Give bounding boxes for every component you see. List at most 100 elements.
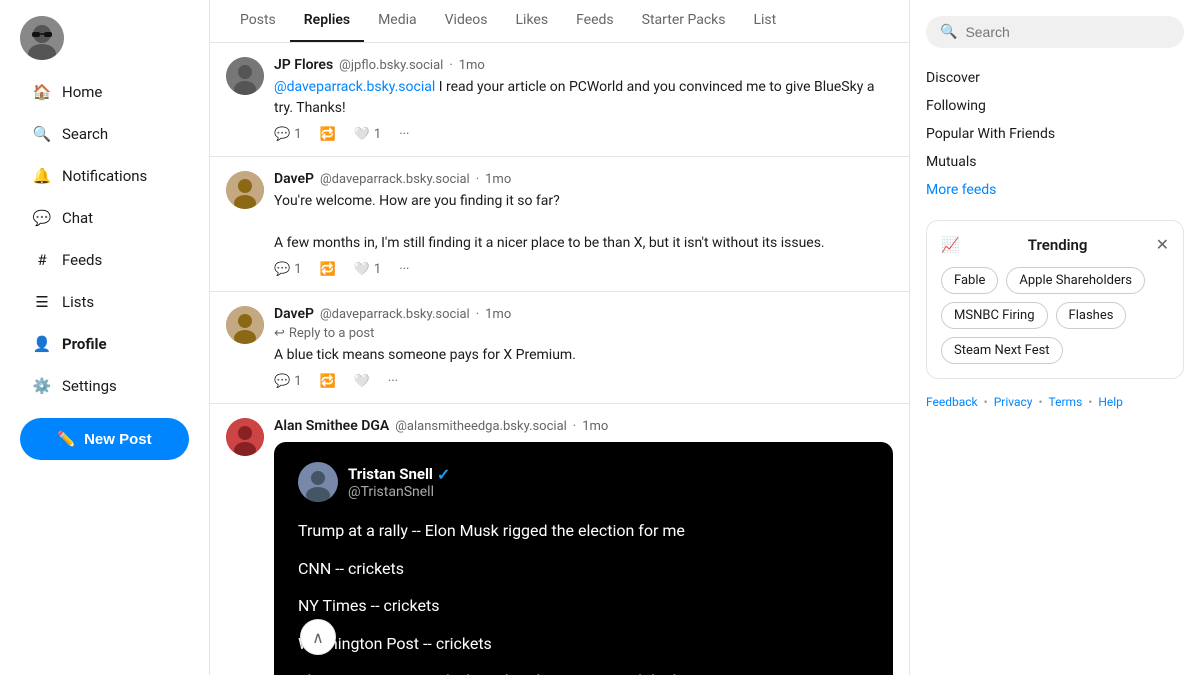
scroll-to-top-button[interactable]: ∧ — [300, 619, 336, 655]
new-post-icon: ✏️ — [57, 430, 76, 448]
tag-flashes[interactable]: Flashes — [1056, 302, 1127, 329]
more-feeds-link[interactable]: More feeds — [926, 176, 1184, 204]
popular-with-friends-feed-link[interactable]: Popular With Friends — [926, 120, 1184, 148]
avatar — [226, 171, 264, 209]
post-mention[interactable]: @daveparrack.bsky.social — [274, 79, 435, 95]
more-action[interactable]: ··· — [388, 374, 398, 389]
hash-icon: # — [32, 250, 52, 270]
embedded-header: Tristan Snell ✓ @TristanSnell — [298, 462, 869, 502]
discover-feed-link[interactable]: Discover — [926, 64, 1184, 92]
post-line1: You're welcome. How are you finding it s… — [274, 193, 560, 209]
post-text: A blue tick means someone pays for X Pre… — [274, 345, 893, 366]
chat-icon: 💬 — [32, 208, 52, 228]
embedded-tweet-card: Tristan Snell ✓ @TristanSnell Trump at a… — [274, 442, 893, 675]
sidebar-item-chat[interactable]: 💬 Chat — [20, 198, 189, 238]
sidebar-item-settings[interactable]: ⚙️ Settings — [20, 366, 189, 406]
post-author-handle: @alansmitheedga.bsky.social — [395, 419, 567, 434]
sidebar-item-feeds[interactable]: # Feeds — [20, 240, 189, 280]
trending-header: 📈 Trending ✕ — [941, 235, 1169, 255]
post-author-handle: @daveparrack.bsky.social — [320, 172, 470, 187]
mutuals-feed-link[interactable]: Mutuals — [926, 148, 1184, 176]
post-header: DaveP @daveparrack.bsky.social · 1mo — [274, 171, 893, 187]
following-feed-link[interactable]: Following — [926, 92, 1184, 120]
list-icon: ☰ — [32, 292, 52, 312]
post-timestamp: 1mo — [485, 172, 511, 187]
tag-steam-next-fest[interactable]: Steam Next Fest — [941, 337, 1063, 364]
trending-tags: Fable Apple Shareholders MSNBC Firing Fl… — [941, 267, 1169, 364]
post-timestamp: 1mo — [485, 307, 511, 322]
reply-action[interactable]: 💬 1 — [274, 127, 302, 142]
sidebar-label-settings: Settings — [62, 377, 117, 395]
post-body: Alan Smithee DGA @alansmitheedga.bsky.so… — [274, 418, 893, 675]
terms-link[interactable]: Terms — [1049, 395, 1083, 409]
sidebar-item-search[interactable]: 🔍 Search — [20, 114, 189, 154]
embedded-author-name: Tristan Snell ✓ — [348, 465, 450, 484]
table-row: DaveP @daveparrack.bsky.social · 1mo You… — [210, 157, 909, 292]
user-avatar[interactable] — [20, 16, 64, 60]
feedback-link[interactable]: Feedback — [926, 395, 978, 409]
post-header: Alan Smithee DGA @alansmitheedga.bsky.so… — [274, 418, 893, 434]
tab-posts[interactable]: Posts — [226, 0, 290, 42]
tab-media[interactable]: Media — [364, 0, 431, 42]
table-row: DaveP @daveparrack.bsky.social · 1mo ↩ R… — [210, 292, 909, 404]
tab-replies[interactable]: Replies — [290, 0, 364, 42]
sidebar-label-notifications: Notifications — [62, 167, 147, 185]
sidebar-label-feeds: Feeds — [62, 251, 102, 269]
verified-icon: ✓ — [437, 465, 450, 484]
post-author-handle: @daveparrack.bsky.social — [320, 307, 470, 322]
more-action[interactable]: ··· — [399, 127, 409, 142]
search-box[interactable]: 🔍 — [926, 16, 1184, 48]
tab-feeds[interactable]: Feeds — [562, 0, 628, 42]
post-author-name: Alan Smithee DGA — [274, 418, 389, 434]
post-text: @daveparrack.bsky.social I read your art… — [274, 77, 893, 119]
sidebar-item-lists[interactable]: ☰ Lists — [20, 282, 189, 322]
sidebar-label-profile: Profile — [62, 335, 107, 353]
sidebar-item-notifications[interactable]: 🔔 Notifications — [20, 156, 189, 196]
new-post-button[interactable]: ✏️ New Post — [20, 418, 189, 460]
tab-starter-packs[interactable]: Starter Packs — [628, 0, 740, 42]
more-action[interactable]: ··· — [399, 262, 409, 277]
help-link[interactable]: Help — [1098, 395, 1123, 409]
post-author-name: DaveP — [274, 306, 314, 322]
tab-list[interactable]: List — [739, 0, 790, 42]
gear-icon: ⚙️ — [32, 376, 52, 396]
like-action[interactable]: 🤍 1 — [354, 127, 382, 142]
avatar — [226, 306, 264, 344]
sidebar-item-profile[interactable]: 👤 Profile — [20, 324, 189, 364]
repost-action[interactable]: 🔁 — [320, 127, 336, 142]
post-actions: 💬 1 🔁 🤍 ··· — [274, 374, 893, 389]
trending-close-button[interactable]: ✕ — [1156, 235, 1169, 255]
reply-action[interactable]: 💬 1 — [274, 374, 302, 389]
like-action[interactable]: 🤍 1 — [354, 262, 382, 277]
tag-msnbc-firing[interactable]: MSNBC Firing — [941, 302, 1048, 329]
embedded-line-1: Trump at a rally -- Elon Musk rigged the… — [298, 518, 869, 544]
person-icon: 👤 — [32, 334, 52, 354]
privacy-link[interactable]: Privacy — [994, 395, 1033, 409]
post-timestamp: 1mo — [459, 58, 485, 73]
avatar — [226, 418, 264, 456]
like-action[interactable]: 🤍 — [354, 374, 370, 389]
search-input[interactable] — [965, 24, 1170, 40]
new-post-label: New Post — [84, 431, 152, 448]
post-header: DaveP @daveparrack.bsky.social · 1mo — [274, 306, 893, 322]
reply-indicator: ↩ Reply to a post — [274, 326, 893, 341]
post-time: · — [573, 419, 576, 434]
tag-apple-shareholders[interactable]: Apple Shareholders — [1006, 267, 1145, 294]
repost-action[interactable]: 🔁 — [320, 374, 336, 389]
tag-fable[interactable]: Fable — [941, 267, 998, 294]
sidebar-item-home[interactable]: 🏠 Home — [20, 72, 189, 112]
sidebar-label-search: Search — [62, 125, 108, 143]
post-timestamp: 1mo — [582, 419, 608, 434]
tab-videos[interactable]: Videos — [431, 0, 502, 42]
post-time: · — [476, 307, 479, 322]
reply-action[interactable]: 💬 1 — [274, 262, 302, 277]
embedded-author-info: Tristan Snell ✓ @TristanSnell — [348, 465, 450, 500]
post-actions: 💬 1 🔁 🤍 1 ··· — [274, 127, 893, 142]
repost-action[interactable]: 🔁 — [320, 262, 336, 277]
post-header: JP Flores @jpflo.bsky.social · 1mo — [274, 57, 893, 73]
post-author-name: DaveP — [274, 171, 314, 187]
embedded-line-5: The mainstream media has already given u… — [298, 668, 869, 675]
right-sidebar: 🔍 Discover Following Popular With Friend… — [910, 0, 1200, 675]
tab-likes[interactable]: Likes — [502, 0, 563, 42]
main-content: Posts Replies Media Videos Likes Feeds S… — [210, 0, 910, 675]
